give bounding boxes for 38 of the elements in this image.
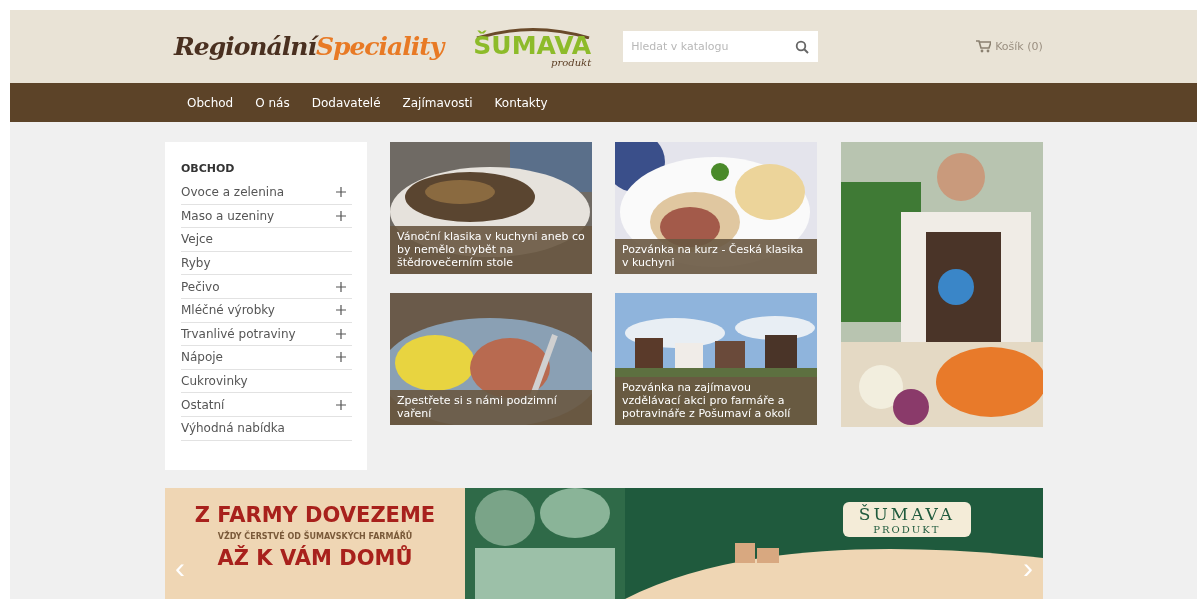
badge-title: ŠUMAVA: [858, 504, 955, 524]
category-link[interactable]: Maso a uzeniny: [181, 204, 352, 229]
site-logo[interactable]: RegionálníSpeciality: [174, 32, 444, 61]
plus-icon[interactable]: [336, 281, 346, 292]
search-icon[interactable]: [795, 40, 810, 54]
category-link[interactable]: Výhodná nabídka: [181, 416, 352, 441]
nav-link[interactable]: O nás: [246, 91, 299, 114]
category-link[interactable]: Ostatní: [181, 393, 352, 417]
nav-link[interactable]: Zajímavosti: [393, 91, 482, 114]
nav-link[interactable]: Dodavatelé: [302, 91, 390, 114]
sidebar-title: OBCHOD: [181, 162, 236, 175]
category-link[interactable]: Mléčné výrobky: [181, 298, 352, 323]
partner-logo: ŠUMAVA produkt: [473, 25, 592, 68]
article-title[interactable]: Vánoční klasika v kuchyni aneb co by nemělo chybět na štědrovečerním stole: [390, 226, 592, 274]
plus-icon[interactable]: [336, 305, 346, 316]
banner-subline: VŽDY ČERSTVÉ OD ŠUMAVSKÝCH FARMÁŘŮ: [217, 531, 413, 542]
cart-icon: [976, 40, 992, 53]
article-title[interactable]: Zpestřete si s námi podzimní vaření: [390, 390, 592, 425]
category-link[interactable]: Ryby: [181, 251, 352, 276]
plus-icon[interactable]: [336, 210, 346, 221]
category-link[interactable]: Nápoje: [181, 346, 352, 370]
plus-icon[interactable]: [336, 399, 346, 410]
category-link[interactable]: Pečivo: [181, 275, 352, 299]
plus-icon[interactable]: [336, 187, 346, 198]
banner-headline: AŽ K VÁM DOMŮ: [217, 545, 413, 571]
search-field[interactable]: Hledat v katalogu: [623, 31, 819, 62]
article-title[interactable]: Pozvánka na kurz - Česká klasika v kuchyni: [615, 239, 817, 274]
badge-subtitle: PRODUKT: [873, 524, 941, 535]
article-title[interactable]: Pozvánka na zajímavou vzdělávací akci pro farmáře a potravináře z Pošumaví a okolí: [615, 377, 817, 425]
category-link[interactable]: Trvanlivé potraviny: [181, 322, 352, 347]
plus-icon[interactable]: [336, 352, 346, 363]
category-link[interactable]: Ovoce a zelenina: [181, 181, 352, 205]
category-link[interactable]: Cukrovinky: [181, 369, 352, 394]
nav-link[interactable]: Obchod: [178, 91, 243, 114]
nav-link[interactable]: Kontakty: [485, 91, 557, 114]
plus-icon[interactable]: [336, 328, 346, 339]
category-link[interactable]: Vejce: [181, 228, 352, 252]
banner-headline: Z FARMY DOVEZEME: [194, 502, 436, 528]
